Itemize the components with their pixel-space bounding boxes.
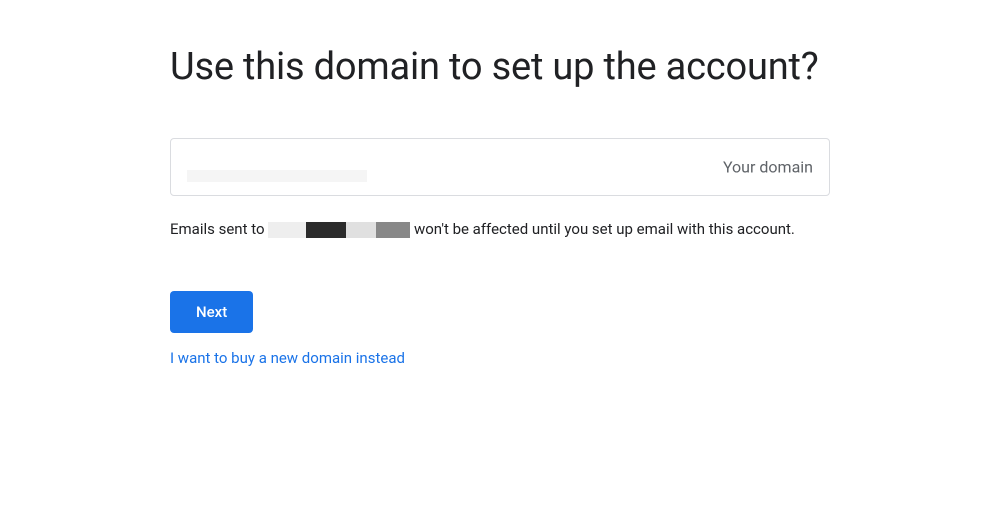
helper-text: Emails sent to won't be affected until y…: [170, 218, 830, 241]
buy-domain-link[interactable]: I want to buy a new domain instead: [170, 349, 830, 367]
domain-input-wrapper[interactable]: Your domain: [170, 138, 830, 196]
next-button[interactable]: Next: [170, 291, 253, 333]
domain-input-label: Your domain: [723, 157, 813, 176]
page-title: Use this domain to set up the account?: [170, 44, 830, 92]
helper-text-suffix: won't be affected until you set up email…: [410, 220, 795, 238]
domain-input-redacted-value: [187, 170, 367, 182]
helper-text-prefix: Emails sent to: [170, 220, 268, 238]
redacted-domain: [268, 222, 410, 238]
domain-setup-container: Use this domain to set up the account? Y…: [170, 44, 830, 367]
